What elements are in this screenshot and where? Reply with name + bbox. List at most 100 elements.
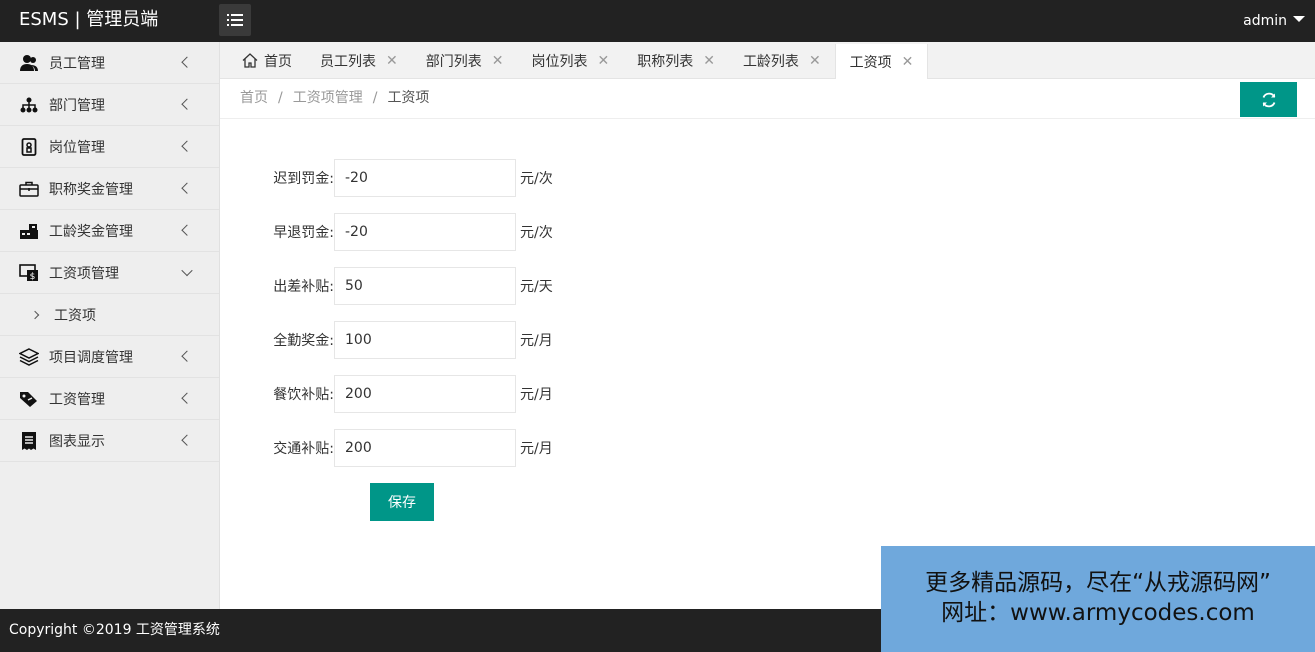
chevron-left-icon [181,434,193,446]
travel-allowance-input[interactable] [334,267,516,305]
sitemap-icon [18,94,40,116]
form-row-meal-allowance: 餐饮补贴: 元/月 [220,375,553,413]
sidebar-item-label: 图表显示 [49,433,105,450]
tab-title-list[interactable]: 职称列表 ✕ [623,42,729,79]
field-unit: 元/月 [520,387,553,403]
close-icon[interactable]: ✕ [902,54,914,70]
meal-allowance-input[interactable] [334,375,516,413]
sidebar-subitem-label: 工资项 [54,307,96,324]
tab-employee-list[interactable]: 员工列表 ✕ [306,42,412,79]
chevron-down-icon [181,264,193,276]
sidebar-item-label: 职称奖金管理 [49,181,133,198]
attendance-bonus-input[interactable] [334,321,516,359]
tab-label: 岗位列表 [531,53,588,70]
refresh-button[interactable] [1240,82,1297,117]
layers-icon [18,346,40,368]
close-icon[interactable]: ✕ [492,53,504,69]
watermark-line2: 网址：www.armycodes.com [941,600,1255,626]
refresh-icon [1262,92,1275,107]
sidebar-item-label: 工资管理 [49,391,105,408]
sidebar-item-salary[interactable]: 工资管理 [0,378,219,420]
form-row-travel-allowance: 出差补贴: 元/天 [220,267,553,305]
caret-down-icon [1293,16,1305,22]
sidebar-item-label: 项目调度管理 [49,349,133,366]
badge-icon [18,136,40,158]
home-icon [242,53,258,68]
sidebar-item-project-schedule[interactable]: 项目调度管理 [0,336,219,378]
tab-salary-item[interactable]: 工资项 ✕ [834,44,929,80]
app-logo: ESMS | 管理员端 [19,9,159,30]
save-button[interactable]: 保存 [370,483,434,521]
sidebar-item-position[interactable]: 岗位管理 [0,126,219,168]
breadcrumb-current: 工资项 [387,90,430,106]
breadcrumb-home[interactable]: 首页 [240,90,268,106]
transport-allowance-input[interactable] [334,429,516,467]
breadcrumb-bar: 首页 / 工资项管理 / 工资项 [220,79,1315,119]
sidebar: 员工管理 部门管理 岗位管理 职称奖金管理 工龄奖金管理 $ 工资项管理 工资项… [0,42,220,609]
field-unit: 元/天 [520,279,553,295]
sidebar-item-label: 部门管理 [49,97,105,114]
chevron-left-icon [181,224,193,236]
sidebar-item-title-bonus[interactable]: 职称奖金管理 [0,168,219,210]
tab-bar: 首页 员工列表 ✕ 部门列表 ✕ 岗位列表 ✕ 职称列表 ✕ 工龄列表 ✕ 工资… [220,42,1315,80]
sidebar-item-label: 岗位管理 [49,139,105,156]
field-unit: 元/月 [520,441,553,457]
field-unit: 元/次 [520,225,553,241]
tab-home[interactable]: 首页 [220,42,306,79]
tab-department-list[interactable]: 部门列表 ✕ [412,42,518,79]
form-row-late-fine: 迟到罚金: 元/次 [220,159,553,197]
tab-position-list[interactable]: 岗位列表 ✕ [517,42,623,79]
tab-label: 员工列表 [320,53,376,70]
close-icon[interactable]: ✕ [703,53,715,69]
close-icon[interactable]: ✕ [386,53,398,69]
trophy-icon [18,220,40,242]
sidebar-item-department[interactable]: 部门管理 [0,84,219,126]
tab-label: 职称列表 [637,53,694,70]
tab-label: 工龄列表 [742,53,799,70]
chevron-left-icon [181,140,193,152]
salary-item-form: 迟到罚金: 元/次 早退罚金: 元/次 出差补贴: 元/天 全勤奖金: 元/月 … [220,119,1315,609]
menu-toggle-button[interactable] [219,4,251,36]
svg-text:$: $ [30,272,36,282]
receipt-icon [18,430,40,452]
close-icon[interactable]: ✕ [597,53,609,69]
tab-label: 首页 [264,53,292,70]
field-label: 早退罚金: [273,225,334,241]
chevron-left-icon [181,56,193,68]
sidebar-item-seniority-bonus[interactable]: 工龄奖金管理 [0,210,219,252]
tag-icon [18,388,40,410]
tab-seniority-list[interactable]: 工龄列表 ✕ [729,42,835,79]
tab-label: 工资项 [849,55,892,71]
list-icon [227,14,243,26]
sidebar-item-employee[interactable]: 员工管理 [0,42,219,84]
field-label: 迟到罚金: [273,171,334,187]
chevron-left-icon [181,392,193,404]
sidebar-item-label: 工龄奖金管理 [49,223,133,240]
chevron-left-icon [181,350,193,362]
field-label: 出差补贴: [273,279,334,295]
copyright-text: Copyright ©2019 工资管理系统 [9,622,220,638]
sidebar-item-salary-items[interactable]: $ 工资项管理 [0,252,219,294]
close-icon[interactable]: ✕ [809,53,821,69]
early-leave-fine-input[interactable] [334,213,516,251]
breadcrumb-separator: / [372,90,378,106]
watermark-banner: 更多精品源码，尽在“从戎源码网” 网址：www.armycodes.com [881,546,1315,652]
sidebar-subitem-salary-item[interactable]: 工资项 [0,294,219,336]
form-row-attendance-bonus: 全勤奖金: 元/月 [220,321,553,359]
field-label: 全勤奖金: [273,333,334,349]
sidebar-item-charts[interactable]: 图表显示 [0,420,219,462]
breadcrumb-level2[interactable]: 工资项管理 [293,90,363,106]
field-label: 交通补贴: [273,441,334,457]
field-unit: 元/月 [520,333,553,349]
breadcrumb: 首页 / 工资项管理 / 工资项 [240,79,429,119]
form-row-transport-allowance: 交通补贴: 元/月 [220,429,553,467]
briefcase-icon [18,178,40,200]
chevron-right-icon [30,310,40,319]
late-fine-input[interactable] [334,159,516,197]
users-icon [18,52,40,74]
field-unit: 元/次 [520,171,553,187]
field-label: 餐饮补贴: [273,387,334,403]
user-menu[interactable]: admin [1243,0,1305,42]
user-name: admin [1243,13,1287,29]
tab-label: 部门列表 [425,53,482,70]
